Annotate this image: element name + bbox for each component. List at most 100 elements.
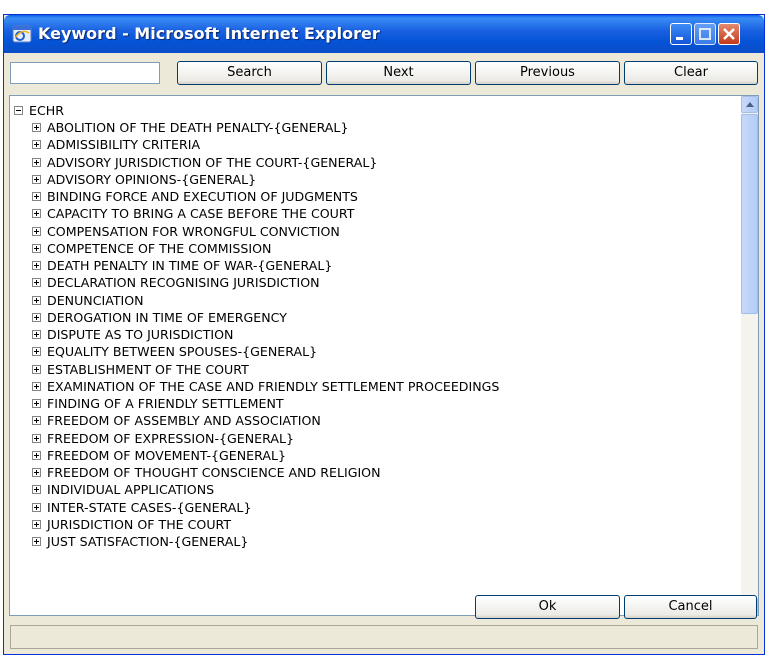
expand-icon[interactable] <box>32 312 41 322</box>
expand-icon[interactable] <box>32 347 41 357</box>
expand-icon[interactable] <box>32 502 41 512</box>
expand-icon[interactable] <box>32 485 41 495</box>
search-button[interactable]: Search <box>177 61 322 85</box>
scroll-up-button[interactable] <box>741 96 758 113</box>
expand-icon[interactable] <box>32 140 41 150</box>
next-button[interactable]: Next <box>326 61 471 85</box>
tree-item[interactable]: COMPETENCE OF THE COMMISSION <box>14 240 734 257</box>
expand-icon[interactable] <box>32 433 41 443</box>
tree-root-label: ECHR <box>29 103 64 118</box>
tree-item[interactable]: ESTABLISHMENT OF THE COURT <box>14 361 734 378</box>
tree-item-label: CAPACITY TO BRING A CASE BEFORE THE COUR… <box>47 206 355 222</box>
dialog-buttons: Ok Cancel <box>9 595 759 623</box>
tree-item-label: INDIVIDUAL APPLICATIONS <box>47 482 215 498</box>
tree-item[interactable]: CAPACITY TO BRING A CASE BEFORE THE COUR… <box>14 205 734 222</box>
tree-item[interactable]: EQUALITY BETWEEN SPOUSES-{GENERAL} <box>14 343 734 360</box>
close-icon <box>723 28 735 40</box>
tree-item[interactable]: BINDING FORCE AND EXECUTION OF JUDGMENTS <box>14 188 734 205</box>
tree-item[interactable]: ADVISORY JURISDICTION OF THE COURT-{GENE… <box>14 154 734 171</box>
tree-item-label: ADMISSIBILITY CRITERIA <box>47 137 201 153</box>
clear-button[interactable]: Clear <box>624 61 758 85</box>
tree-item-label: DEATH PENALTY IN TIME OF WAR-{GENERAL} <box>47 258 333 273</box>
tree-item[interactable]: ADVISORY OPINIONS-{GENERAL} <box>14 171 734 188</box>
expand-icon[interactable] <box>32 468 41 477</box>
tree-item-label: JUST SATISFACTION-{GENERAL} <box>47 534 249 549</box>
tree-item-label: ADVISORY OPINIONS-{GENERAL} <box>47 171 257 187</box>
tree-item[interactable]: FREEDOM OF THOUGHT CONSCIENCE AND RELIGI… <box>14 464 734 481</box>
expand-icon[interactable] <box>32 330 41 339</box>
tree-item[interactable]: COMPENSATION FOR WRONGFUL CONVICTION <box>14 223 734 240</box>
tree-item-label: EXAMINATION OF THE CASE AND FRIENDLY SET… <box>47 378 500 394</box>
tree-item[interactable]: DENUNCIATION <box>14 292 734 309</box>
window-title: Keyword - Microsoft Internet Explorer <box>38 24 380 43</box>
tree-item[interactable]: JURISDICTION OF THE COURT <box>14 516 734 533</box>
maximize-icon <box>699 28 711 40</box>
vertical-scrollbar[interactable] <box>741 96 758 615</box>
status-bar <box>10 625 758 649</box>
toolbar: Search Next Previous Clear <box>10 61 758 87</box>
expand-icon[interactable] <box>32 295 41 305</box>
tree-item[interactable]: ABOLITION OF THE DEATH PENALTY-{GENERAL} <box>14 119 734 136</box>
expand-icon[interactable] <box>32 261 41 270</box>
tree-item-label: DENUNCIATION <box>47 292 144 308</box>
tree-item-label: COMPETENCE OF THE COMMISSION <box>47 240 272 256</box>
cancel-button[interactable]: Cancel <box>624 595 757 619</box>
expand-icon[interactable] <box>32 450 41 460</box>
tree-item-label: DISPUTE AS TO JURISDICTION <box>47 327 234 342</box>
tree-item[interactable]: JUST SATISFACTION-{GENERAL} <box>14 533 734 550</box>
tree-item-label: DEROGATION IN TIME OF EMERGENCY <box>47 309 287 325</box>
title-bar[interactable]: Keyword - Microsoft Internet Explorer <box>4 15 764 53</box>
tree-item-label: DECLARATION RECOGNISING JURISDICTION <box>47 275 320 291</box>
tree-item[interactable]: EXAMINATION OF THE CASE AND FRIENDLY SET… <box>14 378 734 395</box>
tree-root[interactable]: ECHR <box>14 102 734 119</box>
tree-item-label: FINDING OF A FRIENDLY SETTLEMENT <box>47 396 284 411</box>
search-input[interactable] <box>10 62 160 84</box>
tree-item[interactable]: FREEDOM OF ASSEMBLY AND ASSOCIATION <box>14 412 734 429</box>
expand-icon[interactable] <box>32 364 41 374</box>
expand-icon[interactable] <box>32 157 41 167</box>
expand-icon[interactable] <box>32 278 41 288</box>
tree-item[interactable]: DEATH PENALTY IN TIME OF WAR-{GENERAL} <box>14 257 734 274</box>
expand-icon[interactable] <box>32 243 41 253</box>
tree-item-label: JURISDICTION OF THE COURT <box>47 516 232 532</box>
expand-icon[interactable] <box>32 123 41 132</box>
close-button[interactable] <box>718 23 740 45</box>
expand-icon[interactable] <box>32 416 41 426</box>
tree-item-label: ESTABLISHMENT OF THE COURT <box>47 361 249 377</box>
expand-icon[interactable] <box>32 519 41 529</box>
tree-item-label: ADVISORY JURISDICTION OF THE COURT-{GENE… <box>47 154 378 170</box>
tree-item-label: FREEDOM OF MOVEMENT-{GENERAL} <box>47 447 286 463</box>
tree-item-label: BINDING FORCE AND EXECUTION OF JUDGMENTS <box>47 189 358 204</box>
tree-item-label: ABOLITION OF THE DEATH PENALTY-{GENERAL} <box>47 120 349 135</box>
tree-item[interactable]: INDIVIDUAL APPLICATIONS <box>14 481 734 498</box>
expand-icon[interactable] <box>32 226 41 236</box>
tree-item-label: INTER-STATE CASES-{GENERAL} <box>47 499 252 515</box>
expand-icon[interactable] <box>32 537 41 546</box>
tree-item[interactable]: FINDING OF A FRIENDLY SETTLEMENT <box>14 395 734 412</box>
tree-item[interactable]: INTER-STATE CASES-{GENERAL} <box>14 499 734 516</box>
expand-icon[interactable] <box>32 399 41 408</box>
scroll-thumb[interactable] <box>741 114 758 314</box>
ok-button[interactable]: Ok <box>475 595 620 619</box>
tree-item[interactable]: ADMISSIBILITY CRITERIA <box>14 136 734 153</box>
tree-item[interactable]: FREEDOM OF MOVEMENT-{GENERAL} <box>14 447 734 464</box>
minimize-button[interactable] <box>670 23 692 45</box>
minimize-icon <box>676 37 683 40</box>
tree-item-label: FREEDOM OF THOUGHT CONSCIENCE AND RELIGI… <box>47 465 381 480</box>
collapse-icon[interactable] <box>14 106 23 115</box>
keyword-tree-list[interactable]: ECHR ABOLITION OF THE DEATH PENALTY-{GEN… <box>9 95 759 616</box>
tree-item[interactable]: DISPUTE AS TO JURISDICTION <box>14 326 734 343</box>
tree-item[interactable]: DEROGATION IN TIME OF EMERGENCY <box>14 309 734 326</box>
arrow-up-icon <box>746 102 754 107</box>
maximize-button[interactable] <box>694 23 716 45</box>
tree-item-label: EQUALITY BETWEEN SPOUSES-{GENERAL} <box>47 344 318 360</box>
expand-icon[interactable] <box>32 192 41 201</box>
previous-button[interactable]: Previous <box>475 61 620 85</box>
expand-icon[interactable] <box>32 381 41 391</box>
expand-icon[interactable] <box>32 209 41 219</box>
tree-item[interactable]: DECLARATION RECOGNISING JURISDICTION <box>14 274 734 291</box>
tree-item-label: COMPENSATION FOR WRONGFUL CONVICTION <box>47 223 340 239</box>
keyword-window: Keyword - Microsoft Internet Explorer Se… <box>3 14 765 655</box>
expand-icon[interactable] <box>32 174 41 184</box>
tree-item[interactable]: FREEDOM OF EXPRESSION-{GENERAL} <box>14 430 734 447</box>
